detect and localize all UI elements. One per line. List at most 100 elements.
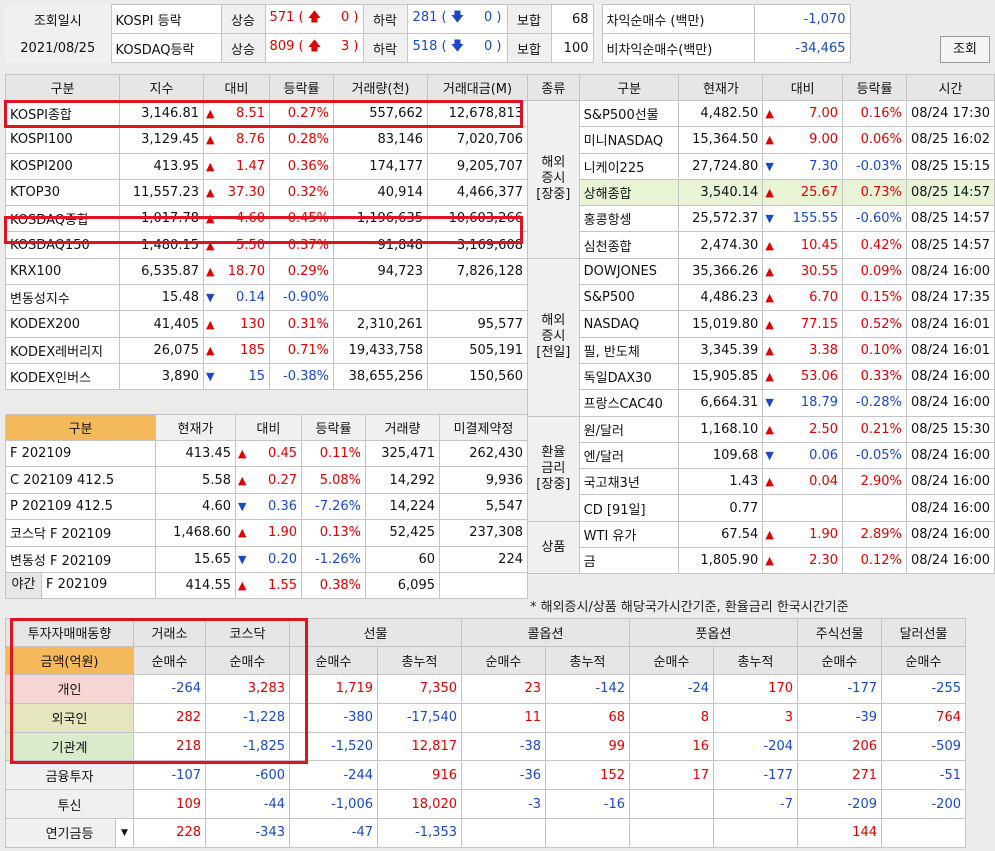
index-row[interactable]: KOSDAQ150 1,480.15 ▲ 5.50 0.37% 91,848 3,169,6… xyxy=(5,231,528,259)
group-header: 선물 xyxy=(289,618,462,647)
arrow-down-icon: 🡇 xyxy=(450,10,465,25)
market-name: KOSPI 등락 xyxy=(110,4,222,34)
index-name: KODEX인버스 xyxy=(5,362,120,391)
world-row[interactable]: 미니NASDAQ 15,364.50 ▲ 9.00 0.06% 08/25 16:02 xyxy=(528,126,995,154)
world-row[interactable]: 국고채3년 1.43 ▲ 0.04 2.90% 08/24 16:00 xyxy=(528,468,995,496)
group-label-line: 환율 xyxy=(541,444,566,460)
index-rate: 0.27% xyxy=(269,99,334,128)
world-row[interactable]: 니케이225 27,724.80 ▼ 7.30 -0.03% 08/25 15:15 xyxy=(528,152,995,180)
index-row[interactable]: KTOP30 11,557.23 ▲ 37.30 0.32% 40,914 4,466,37… xyxy=(5,178,528,207)
index-amount: 12,678,813 xyxy=(427,99,528,128)
investor-row[interactable]: 금융투자 -107 -600 -244 916 -36 152 17 -177 271 -51 xyxy=(5,760,966,791)
futures-rate: -1.26% xyxy=(301,545,366,573)
world-change: 2.30 xyxy=(780,547,844,575)
index-name: KOSDAQ150 xyxy=(5,231,120,259)
world-name: 원/달러 xyxy=(578,415,680,443)
futures-row[interactable]: F 202109 413.45 ▲ 0.45 0.11% 325,471 262,430 xyxy=(5,439,528,468)
investor-value: -142 xyxy=(545,674,630,704)
flat-count: 68 xyxy=(550,4,594,34)
investor-name-text: 개인 xyxy=(57,683,82,699)
world-row[interactable]: 심천종합 2,474.30 ▲ 10.45 0.42% 08/25 14:57 xyxy=(528,231,995,259)
world-change: 10.45 xyxy=(780,231,844,259)
futures-row[interactable]: 코스닥 F 202109 1,468.60 ▲ 1.90 0.13% 52,425 237,… xyxy=(5,519,528,547)
world-row[interactable]: 독일DAX30 15,905.85 ▲ 53.06 0.33% 08/24 16:00 xyxy=(528,362,995,391)
world-change: 18.79 xyxy=(780,389,844,417)
investor-row[interactable]: 개인 -264 3,283 1,719 7,350 23 -142 -24 170 -177 -25… xyxy=(5,674,966,704)
index-row[interactable]: 변동성지수 15.48 ▼ 0.14 -0.90% xyxy=(5,284,528,312)
world-rate: 0.52% xyxy=(842,310,907,338)
world-rate: 0.06% xyxy=(842,126,907,154)
investor-value: -17,540 xyxy=(377,702,462,733)
futures-row[interactable]: 변동성 F 202109 15.65 ▼ 0.20 -1.26% 60 224 xyxy=(5,545,528,573)
world-name: 미니NASDAQ xyxy=(578,126,680,154)
futures-table: 구분 현재가 대비 등락률 거래량 미결제약정 F 202109 413.45 ▲ 0… xyxy=(5,414,528,600)
dropdown-arrow-icon[interactable]: ▼ xyxy=(115,819,133,847)
investor-value: 228 xyxy=(133,817,206,848)
world-row[interactable]: CD [91일] 0.77 08/24 16:00 xyxy=(528,494,995,522)
world-row[interactable]: 해외 증시 [장중] S&P500선물 4,482.50 ▲ 7.00 0.16% 08/24 … xyxy=(527,99,995,259)
futures-row[interactable]: P 202109 412.5 4.60 ▼ 0.36 -7.26% 14,224 5,547 xyxy=(5,492,528,521)
investor-row[interactable]: 투신 109 -44 -1,006 18,020 -3 -16 -7 -209 -200 xyxy=(5,789,966,819)
investor-value: 109 xyxy=(133,789,206,819)
world-row[interactable]: 엔/달러 109.68 ▼ 0.06 -0.05% 08/24 16:00 xyxy=(528,441,995,470)
index-row[interactable]: KODEX인버스 3,890 ▼ 15 -0.38% 38,655,256 150,560 xyxy=(5,362,528,391)
world-row[interactable]: 상품 WTI 유가 67.54 ▲ 1.90 2.89% 08/24 16:00 xyxy=(527,520,995,575)
world-row[interactable]: 홍콩항셍 25,572.37 ▼ 155.55 -0.60% 08/25 14:57 xyxy=(528,205,995,233)
index-volume: 40,914 xyxy=(333,178,428,207)
index-row[interactable]: KOSPI200 413.95 ▲ 1.47 0.36% 174,177 9,205,707 xyxy=(5,152,528,180)
kospi-rise-cell: 571 ( 🡅 0 ) xyxy=(264,4,364,34)
investor-value: -509 xyxy=(881,731,966,762)
index-change: 4.60 xyxy=(221,205,270,233)
investor-value: -1,006 xyxy=(289,789,378,819)
index-row[interactable]: KOSPI100 3,129.45 ▲ 8.76 0.28% 83,146 7,020,70… xyxy=(5,126,528,154)
world-row[interactable]: 해외 증시 [전일] DOWJONES 35,366.26 ▲ 30.55 0.09% 08/2… xyxy=(527,257,995,417)
futures-row[interactable]: C 202109 412.5 5.58 ▲ 0.27 5.08% 14,292 9,936 xyxy=(5,466,528,494)
index-amount: 150,560 xyxy=(427,362,528,391)
query-button[interactable]: 조회 xyxy=(940,36,990,63)
investor-value xyxy=(713,817,798,848)
world-row[interactable]: 환율 금리 [장중] 원/달러 1,168.10 ▲ 2.50 0.21% 08/25 15:3… xyxy=(527,415,995,522)
triangle-up-icon: ▲ xyxy=(762,257,781,286)
index-value: 3,129.45 xyxy=(119,126,204,154)
index-row[interactable]: KOSPI종합 3,146.81 ▲ 8.51 0.27% 557,662 12,678,8… xyxy=(5,99,528,128)
investor-name[interactable]: 연기금등 ▼ xyxy=(5,817,134,848)
futures-price: 413.45 xyxy=(155,439,236,468)
investor-value: -24 xyxy=(629,674,714,704)
world-row[interactable]: 상해종합 3,540.14 ▲ 25.67 0.73% 08/25 14:57 xyxy=(528,178,995,207)
group-label-line: [전일] xyxy=(536,345,571,361)
futures-name: 코스닥 F 202109 xyxy=(5,519,156,547)
col-header: 거래대금(M) xyxy=(427,74,528,101)
market-summary-panel: 조회일시 KOSPI 등락 상승 571 ( 🡅 0 ) 하락 281 ( 🡇 … xyxy=(5,4,851,63)
index-row[interactable]: KODEX200 41,405 ▲ 130 0.31% 2,310,261 95,577 xyxy=(5,310,528,338)
index-rate: -0.38% xyxy=(269,362,334,391)
investor-value: 764 xyxy=(881,702,966,733)
world-time: 08/25 16:02 xyxy=(905,126,995,154)
triangle-down-icon: ▼ xyxy=(762,389,781,417)
investor-name: 외국인 xyxy=(5,702,134,733)
investor-row[interactable]: 외국인 282 -1,228 -380 -17,540 11 68 8 3 -39 764 xyxy=(5,702,966,733)
investor-row[interactable]: 연기금등 ▼ 228 -343 -47 -1,353 144 xyxy=(5,817,966,848)
index-row[interactable]: KODEX레버리지 26,075 ▲ 185 0.71% 19,433,758 505,19… xyxy=(5,336,528,364)
world-price: 1,805.90 xyxy=(678,547,764,575)
night-futures-row[interactable]: 야간 F 202109 414.55 ▲ 1.55 0.38% 6,095 xyxy=(5,571,528,600)
world-row[interactable]: 프랑스CAC40 6,664.31 ▼ 18.79 -0.28% 08/24 16:00 xyxy=(528,389,995,417)
triangle-up-icon: ▲ xyxy=(235,439,254,468)
date-value: 2021/08/25 xyxy=(5,33,111,63)
flat-label: 보합 xyxy=(506,33,552,63)
world-price: 25,572.37 xyxy=(678,205,764,233)
index-row[interactable]: KOSDAQ종합 1,017.78 ▲ 4.60 0.45% 1,196,635 10,60… xyxy=(5,205,528,233)
world-rate: 0.16% xyxy=(842,99,907,128)
futures-open-interest: 237,308 xyxy=(439,519,528,547)
world-row[interactable]: S&P500 4,486.23 ▲ 6.70 0.15% 08/24 17:35 xyxy=(528,284,995,312)
date-label: 조회일시 xyxy=(5,4,111,34)
world-row[interactable]: 필, 반도체 3,345.39 ▲ 3.38 0.10% 08/24 16:01 xyxy=(528,336,995,364)
world-row[interactable]: NASDAQ 15,019.80 ▲ 77.15 0.52% 08/24 16:01 xyxy=(528,310,995,338)
index-volume: 38,655,256 xyxy=(333,362,428,391)
world-price: 2,474.30 xyxy=(678,231,764,259)
world-change: 3.38 xyxy=(780,336,844,364)
unit-label: 금액(억원) xyxy=(5,646,134,675)
world-row[interactable]: 금 1,805.90 ▲ 2.30 0.12% 08/24 16:00 xyxy=(528,547,995,575)
index-row[interactable]: KRX100 6,535.87 ▲ 18.70 0.29% 94,723 7,826,128 xyxy=(5,257,528,286)
investor-row[interactable]: 기관계 218 -1,825 -1,520 12,817 -38 99 16 -204 206 -5… xyxy=(5,731,966,762)
investor-value xyxy=(881,817,966,848)
